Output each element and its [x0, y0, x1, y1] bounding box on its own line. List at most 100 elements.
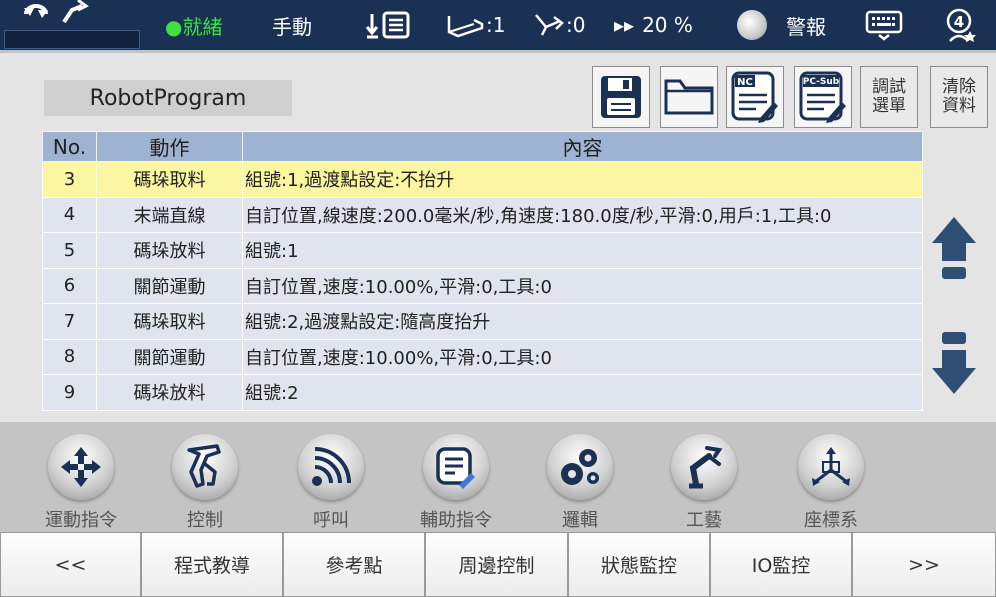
signal-waves-icon — [298, 434, 364, 500]
row-no: 7 — [42, 303, 97, 340]
clear-data-line2: 資料 — [942, 96, 976, 116]
mode-manual[interactable]: 手動 — [272, 0, 312, 50]
clear-data-line1: 清除 — [942, 77, 976, 97]
nav-teach-button[interactable]: 程式教導 — [141, 532, 283, 597]
nav-io-monitor-button[interactable]: IO監控 — [710, 532, 852, 597]
program-panel: RobotProgram NC PC-Sub 調試 選單 清除 資料 No. 動… — [0, 50, 996, 422]
tool-frame-value: :0 — [566, 13, 586, 37]
row-action: 碼垛取料 — [96, 161, 243, 198]
base-frame[interactable]: :1 — [446, 0, 505, 50]
table-row[interactable]: 6 關節運動 自訂位置,速度:10.00%,平滑:0,工具:0 — [42, 267, 923, 304]
pc-sub-file-icon: PC-Sub — [799, 71, 846, 123]
nc-file-button[interactable]: NC — [726, 66, 784, 128]
process-label: 工藝 — [686, 510, 722, 531]
nav-ref-point-button[interactable]: 參考點 — [283, 532, 425, 597]
open-folder-button[interactable] — [660, 66, 718, 128]
coordinate-system-button[interactable]: 座標系 — [776, 422, 896, 532]
program-name-field[interactable] — [4, 30, 140, 49]
folder-icon — [664, 79, 714, 115]
row-action: 關節運動 — [96, 338, 243, 375]
debug-menu-line2: 選單 — [872, 96, 906, 116]
status-bar: ●就緒 手動 :1 :0 ▸▸ 20 % 警報 4 — [0, 0, 996, 50]
debug-menu-button[interactable]: 調試 選單 — [860, 66, 918, 128]
move-arrows-icon — [48, 434, 114, 500]
column-header-content: 內容 — [242, 131, 923, 162]
debug-menu-line1: 調試 — [872, 77, 906, 97]
nav-prev-button[interactable]: << — [0, 532, 141, 597]
logic-button[interactable]: 邏輯 — [525, 422, 645, 532]
nav-periphery-button[interactable]: 周邊控制 — [425, 532, 568, 597]
axes-icon — [798, 434, 864, 500]
row-content: 自訂位置,速度:10.00%,平滑:0,工具:0 — [242, 338, 923, 375]
row-no: 6 — [42, 267, 97, 304]
clear-data-button[interactable]: 清除 資料 — [930, 66, 988, 128]
row-content: 組號:1,過渡點設定:不抬升 — [242, 161, 923, 198]
row-action: 碼垛放料 — [96, 374, 243, 411]
save-icon — [601, 76, 641, 118]
status-ready: ●就緒 — [165, 14, 223, 39]
column-header-action: 動作 — [96, 131, 243, 162]
row-content: 組號:2,過渡點設定:隨高度抬升 — [242, 303, 923, 340]
fast-forward-icon: ▸▸ — [614, 13, 635, 37]
aux-command-label: 輔助指令 — [420, 510, 492, 531]
nav-next-button[interactable]: >> — [852, 532, 996, 597]
program-table: No. 動作 內容 3 碼垛取料 組號:1,過渡點設定:不抬升 4 末端直線 自… — [42, 131, 923, 411]
scroll-up-arrow-icon[interactable] — [930, 215, 978, 285]
row-no: 9 — [42, 374, 97, 411]
row-no: 3 — [42, 161, 97, 198]
document-wrench-icon — [423, 434, 489, 500]
gripper-icon — [172, 434, 238, 500]
robot-status-icons[interactable] — [22, 0, 102, 26]
tool-frame[interactable]: :0 — [532, 0, 585, 50]
table-row[interactable]: 5 碼垛放料 組號:1 — [42, 232, 923, 269]
base-frame-value: :1 — [486, 13, 506, 37]
call-button[interactable]: 呼叫 — [276, 422, 396, 532]
nc-label: NC — [737, 77, 753, 88]
tool-frame-icon — [535, 14, 564, 36]
row-action: 關節運動 — [96, 267, 243, 304]
keyboard-icon[interactable] — [865, 0, 903, 50]
row-action: 碼垛取料 — [96, 303, 243, 340]
svg-text:4: 4 — [954, 13, 964, 31]
table-row[interactable]: 4 末端直線 自訂位置,線速度:200.0毫米/秒,角速度:180.0度/秒,平… — [42, 196, 923, 233]
nc-file-icon: NC — [731, 71, 778, 123]
table-row[interactable]: 8 關節運動 自訂位置,速度:10.00%,平滑:0,工具:0 — [42, 338, 923, 375]
call-label: 呼叫 — [313, 510, 349, 531]
table-row[interactable]: 3 碼垛取料 組號:1,過渡點設定:不抬升 — [42, 161, 923, 198]
process-button[interactable]: 工藝 — [649, 422, 769, 532]
row-action: 末端直線 — [96, 196, 243, 233]
alarm-lamp-icon — [737, 0, 767, 50]
scroll-down-arrow-icon[interactable] — [930, 328, 978, 398]
pc-sub-label: PC-Sub — [803, 77, 840, 87]
row-no: 4 — [42, 196, 97, 233]
speed-override[interactable]: ▸▸ 20 % — [614, 0, 693, 50]
row-no: 8 — [42, 338, 97, 375]
column-header-no: No. — [42, 131, 97, 162]
coordinate-system-label: 座標系 — [804, 510, 858, 531]
robot-arm-icon — [24, 0, 89, 24]
aux-command-button[interactable]: 輔助指令 — [401, 422, 521, 532]
motion-command-label: 運動指令 — [45, 510, 117, 531]
table-row[interactable]: 7 碼垛取料 組號:2,過渡點設定:隨高度抬升 — [42, 303, 923, 340]
motion-command-button[interactable]: 運動指令 — [26, 422, 146, 532]
row-no: 5 — [42, 232, 97, 269]
bottom-navigation: << 程式教導 參考點 周邊控制 狀態監控 IO監控 >> — [0, 532, 996, 597]
program-title: RobotProgram — [44, 80, 292, 116]
user-level-icon[interactable]: 4 — [944, 0, 978, 50]
io-list-icon[interactable] — [366, 0, 416, 50]
alarm-button[interactable]: 警報 — [786, 0, 826, 50]
table-row[interactable]: 9 碼垛放料 組號:2 — [42, 374, 923, 411]
control-label: 控制 — [187, 510, 223, 531]
nav-status-monitor-button[interactable]: 狀態監控 — [568, 532, 710, 597]
row-content: 自訂位置,線速度:200.0毫米/秒,角速度:180.0度/秒,平滑:0,用戶:… — [242, 196, 923, 233]
instruction-category-strip: 運動指令 控制 呼叫 輔助指令 邏輯 工藝 座標系 — [0, 422, 996, 532]
save-button[interactable] — [592, 66, 650, 128]
pc-sub-file-button[interactable]: PC-Sub — [794, 66, 852, 128]
table-header: No. 動作 內容 — [42, 131, 923, 162]
gears-icon — [547, 434, 613, 500]
control-button[interactable]: 控制 — [150, 422, 270, 532]
row-content: 自訂位置,速度:10.00%,平滑:0,工具:0 — [242, 267, 923, 304]
row-content: 組號:1 — [242, 232, 923, 269]
robot-arm-icon — [671, 434, 737, 500]
speed-value: 20 % — [642, 13, 693, 37]
